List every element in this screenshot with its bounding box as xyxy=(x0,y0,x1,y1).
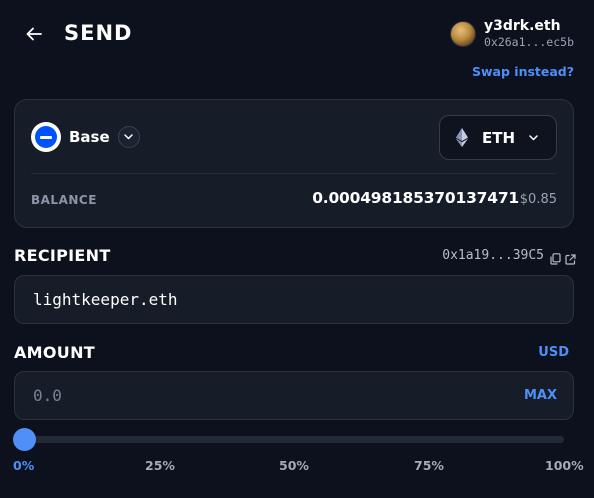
slider-label-100[interactable]: 100% xyxy=(545,458,584,473)
swap-instead-link[interactable]: Swap instead? xyxy=(472,64,574,79)
slider-label-50[interactable]: 50% xyxy=(279,458,309,473)
usd-toggle-button[interactable]: USD xyxy=(538,345,569,360)
amount-input[interactable] xyxy=(33,372,513,419)
recipient-input-box xyxy=(14,275,574,324)
recipient-address: 0x1a19...39C5 xyxy=(442,248,544,263)
slider-label-75[interactable]: 75% xyxy=(414,458,444,473)
chain-selector[interactable]: Base xyxy=(31,122,140,152)
recipient-input[interactable] xyxy=(33,276,513,323)
chevron-down-icon xyxy=(529,134,538,140)
chain-dropdown-button[interactable] xyxy=(117,126,140,148)
slider-label-0[interactable]: 0% xyxy=(13,458,34,473)
copy-address-button[interactable] xyxy=(550,250,561,269)
back-arrow-icon xyxy=(26,27,42,41)
page-title: SEND xyxy=(64,21,133,45)
view-address-external-button[interactable] xyxy=(565,250,576,269)
amount-slider-thumb[interactable] xyxy=(13,428,36,451)
account-name: y3drk.eth xyxy=(483,18,561,34)
divider xyxy=(31,173,557,174)
balance-usd-value: $0.85 xyxy=(519,192,557,207)
balance-label: BALANCE xyxy=(31,193,97,207)
token-name: ETH xyxy=(482,128,516,147)
balance-value: 0.000498185370137471 xyxy=(312,189,519,207)
base-chain-icon xyxy=(31,122,61,152)
chevron-down-icon xyxy=(124,134,133,140)
header: SEND y3drk.eth 0x26a1...ec5b Swap instea… xyxy=(0,0,594,90)
source-card: Base ETH BALANCE 0.000498185370137471 $0… xyxy=(14,99,574,228)
account-address: 0x26a1...ec5b xyxy=(483,35,574,49)
external-link-icon xyxy=(565,254,576,265)
ethereum-icon xyxy=(456,128,468,147)
chain-name: Base xyxy=(69,128,110,146)
copy-icon xyxy=(550,253,561,265)
amount-input-box: MAX xyxy=(14,371,574,420)
account-info: y3drk.eth 0x26a1...ec5b xyxy=(449,18,574,50)
amount-label: AMOUNT xyxy=(14,343,96,362)
slider-label-25[interactable]: 25% xyxy=(145,458,175,473)
max-button[interactable]: MAX xyxy=(524,388,557,403)
back-button[interactable] xyxy=(22,22,46,46)
recipient-label: RECIPIENT xyxy=(14,246,111,265)
amount-slider-track[interactable] xyxy=(24,436,564,443)
avatar xyxy=(449,21,476,47)
token-selector[interactable]: ETH xyxy=(439,115,557,160)
